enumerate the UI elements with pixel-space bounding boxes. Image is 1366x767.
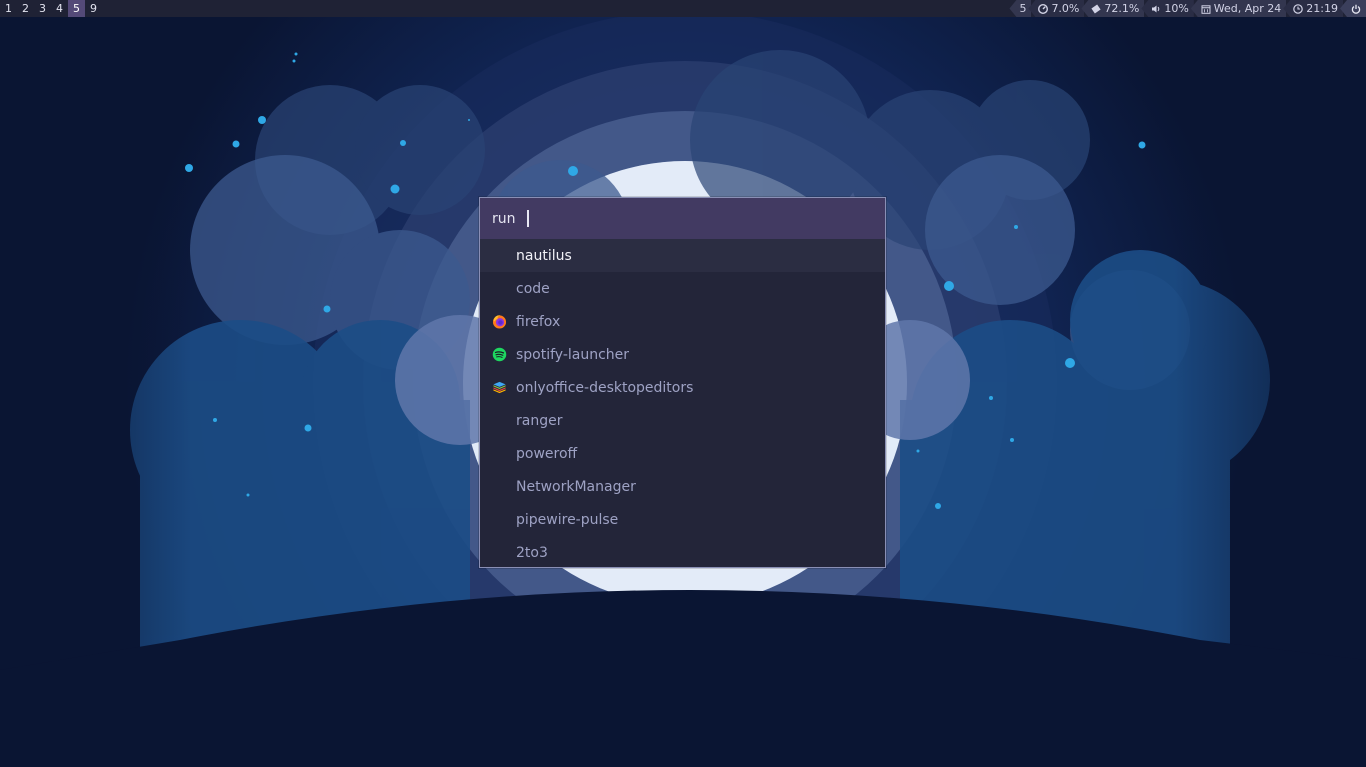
- results-list: nautilus code firefox spotify-launcher o…: [480, 239, 885, 569]
- firefox-icon: [492, 315, 507, 329]
- speedometer-icon: [1038, 3, 1049, 14]
- result-icon-slot: [480, 338, 516, 371]
- result-item-ranger[interactable]: ranger: [480, 404, 885, 437]
- result-label: 2to3: [516, 544, 548, 561]
- result-item-2to3[interactable]: 2to3: [480, 536, 885, 569]
- result-icon-slot: [480, 371, 516, 404]
- speaker-icon: [1152, 5, 1160, 12]
- result-label: firefox: [516, 313, 561, 330]
- run-input[interactable]: [526, 210, 852, 227]
- result-item-pipewire-pulse[interactable]: pipewire-pulse: [480, 503, 885, 536]
- result-label: ranger: [516, 412, 563, 429]
- workspace-1[interactable]: 1: [0, 0, 17, 17]
- result-item-nautilus[interactable]: nautilus: [480, 239, 885, 272]
- result-icon-slot: [480, 272, 516, 305]
- result-icon-slot: [480, 404, 516, 437]
- result-icon-slot: [480, 470, 516, 503]
- prompt-label: run: [492, 210, 516, 227]
- desktop: 1 2 3 4 5 9 5 7.0% 72.1% 10% Wed, Apr 24…: [0, 0, 1366, 767]
- result-icon-slot: [480, 536, 516, 569]
- result-item-poweroff[interactable]: poweroff: [480, 437, 885, 470]
- result-item-networkmanager[interactable]: NetworkManager: [480, 470, 885, 503]
- cpu-module[interactable]: 7.0%: [1028, 0, 1085, 17]
- workspace-2[interactable]: 2: [17, 0, 34, 17]
- spotify-icon: [492, 347, 507, 362]
- clock-module[interactable]: 21:19: [1283, 0, 1343, 17]
- result-item-firefox[interactable]: firefox: [480, 305, 885, 338]
- status-tray: 5 7.0% 72.1% 10% Wed, Apr 24 21:19: [1009, 0, 1366, 17]
- memory-module[interactable]: 72.1%: [1081, 0, 1145, 17]
- workspace-switcher: 1 2 3 4 5 9: [0, 0, 102, 17]
- window-count-value: 5: [1019, 2, 1027, 15]
- result-item-onlyoffice-desktopeditors[interactable]: onlyoffice-desktopeditors: [480, 371, 885, 404]
- result-icon-slot: [480, 305, 516, 338]
- result-icon-slot: [480, 437, 516, 470]
- volume-module[interactable]: 10%: [1141, 0, 1194, 17]
- run-launcher: run nautilus code firefox spotify-launch…: [479, 197, 886, 568]
- memory-value: 72.1%: [1104, 2, 1140, 15]
- workspace-4[interactable]: 4: [51, 0, 68, 17]
- window-count: 5: [1009, 0, 1032, 17]
- time-value: 21:19: [1306, 2, 1338, 15]
- prompt-bar: run: [480, 198, 885, 239]
- result-label: poweroff: [516, 445, 578, 462]
- result-item-spotify-launcher[interactable]: spotify-launcher: [480, 338, 885, 371]
- memory-chip-icon: [1091, 4, 1101, 13]
- result-icon-slot: [480, 503, 516, 536]
- result-label: spotify-launcher: [516, 346, 630, 363]
- cpu-value: 7.0%: [1051, 2, 1080, 15]
- onlyoffice-icon: [493, 381, 506, 394]
- volume-value: 10%: [1164, 2, 1189, 15]
- result-label: nautilus: [516, 247, 572, 264]
- result-label: code: [516, 280, 550, 297]
- power-icon: [1351, 4, 1360, 14]
- result-item-code[interactable]: code: [480, 272, 885, 305]
- date-module[interactable]: Wed, Apr 24: [1190, 0, 1287, 17]
- workspace-9[interactable]: 9: [85, 0, 102, 17]
- clock-icon: [1293, 3, 1304, 14]
- workspace-5[interactable]: 5: [68, 0, 85, 17]
- calendar-icon: [1201, 4, 1211, 14]
- result-label: onlyoffice-desktopeditors: [516, 379, 694, 396]
- result-label: pipewire-pulse: [516, 511, 619, 528]
- power-button[interactable]: [1340, 0, 1366, 17]
- top-bar: 1 2 3 4 5 9 5 7.0% 72.1% 10% Wed, Apr 24…: [0, 0, 1366, 17]
- result-label: NetworkManager: [516, 478, 636, 495]
- workspace-3[interactable]: 3: [34, 0, 51, 17]
- date-value: Wed, Apr 24: [1213, 2, 1282, 15]
- result-icon-slot: [480, 239, 516, 272]
